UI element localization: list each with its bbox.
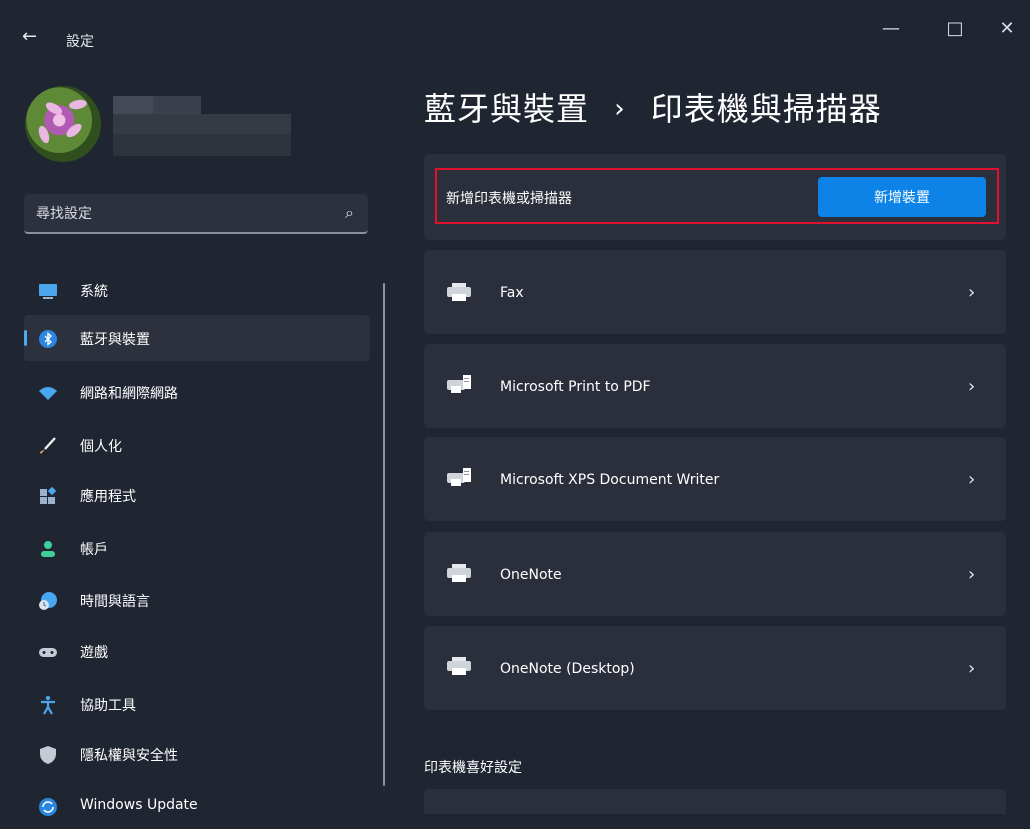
breadcrumb-separator-icon: ›	[614, 94, 626, 124]
chevron-right-icon[interactable]: ›	[968, 658, 975, 679]
sidebar-item-apps[interactable]: 應用程式	[24, 472, 370, 518]
sidebar-scrollbar[interactable]	[383, 283, 385, 786]
update-icon	[39, 798, 57, 816]
search-box[interactable]: ⌕	[24, 194, 368, 234]
printer-document-icon	[447, 375, 471, 393]
sidebar-item-bluetooth-devices[interactable]: 藍牙與裝置	[24, 315, 370, 361]
sidebar-item-network[interactable]: 網路和網際網路	[24, 369, 370, 415]
sidebar-item-label: 帳戶	[80, 542, 108, 558]
device-name: Microsoft Print to PDF	[500, 379, 651, 395]
sidebar-item-personalization[interactable]: 個人化	[24, 422, 370, 468]
app-title: 設定	[66, 34, 94, 50]
apps-icon	[40, 486, 57, 504]
sidebar-item-label: 系統	[80, 284, 108, 300]
chevron-right-icon[interactable]: ›	[968, 282, 975, 303]
search-icon[interactable]: ⌕	[345, 203, 354, 223]
active-indicator	[24, 330, 27, 346]
accessibility-icon	[41, 695, 55, 715]
maximize-button[interactable]: □	[940, 18, 970, 39]
device-name: OneNote	[500, 567, 562, 583]
breadcrumb-current: 印表機與掃描器	[650, 90, 882, 128]
person-icon	[41, 541, 55, 557]
sidebar-item-label: 遊戲	[80, 645, 108, 661]
printer-icon	[447, 657, 471, 675]
sidebar-item-label: 應用程式	[80, 489, 136, 505]
add-device-label: 新增印表機或掃描器	[446, 191, 572, 207]
avatar[interactable]	[25, 86, 101, 162]
sidebar-item-label: Windows Update	[80, 797, 198, 813]
minimize-button[interactable]: —	[876, 18, 906, 39]
printer-icon	[447, 283, 471, 301]
sidebar-item-label: 藍牙與裝置	[80, 332, 150, 348]
breadcrumb-parent[interactable]: 藍牙與裝置	[424, 90, 589, 128]
sidebar-item-label: 時間與語言	[80, 594, 150, 610]
sidebar-item-windows-update[interactable]: Windows Update	[24, 783, 370, 829]
bluetooth-icon	[39, 330, 57, 348]
device-name: Microsoft XPS Document Writer	[500, 472, 720, 488]
monitor-icon	[39, 284, 57, 299]
chevron-right-icon[interactable]: ›	[968, 469, 975, 490]
sidebar-item-gaming[interactable]: 遊戲	[24, 628, 370, 674]
close-button[interactable]: ✕	[992, 18, 1022, 39]
sidebar-item-system[interactable]: 系統	[24, 267, 370, 313]
shield-icon	[40, 746, 56, 764]
device-name: OneNote (Desktop)	[500, 661, 635, 677]
sidebar-item-label: 網路和網際網路	[80, 386, 178, 402]
globe-clock-icon	[39, 592, 57, 610]
printer-icon	[447, 564, 471, 582]
device-name: Fax	[500, 285, 524, 301]
section-title: 印表機喜好設定	[424, 760, 522, 776]
sidebar-item-time-language[interactable]: 時間與語言	[24, 577, 370, 623]
sidebar-item-label: 隱私權與安全性	[80, 748, 178, 764]
wifi-icon	[39, 387, 57, 400]
brush-icon	[40, 437, 56, 454]
search-input[interactable]	[34, 203, 328, 225]
gamepad-icon	[39, 648, 57, 657]
page-title: 藍牙與裝置 › 印表機與掃描器	[424, 84, 882, 130]
sidebar-item-label: 個人化	[80, 439, 122, 455]
chevron-right-icon[interactable]: ›	[968, 564, 975, 585]
sidebar-item-accounts[interactable]: 帳戶	[24, 525, 370, 571]
sidebar-item-privacy-security[interactable]: 隱私權與安全性	[24, 731, 370, 777]
chevron-right-icon[interactable]: ›	[968, 376, 975, 397]
back-arrow-icon[interactable]: ←	[22, 26, 37, 47]
sidebar-item-label: 協助工具	[80, 698, 136, 714]
preferences-card[interactable]	[424, 789, 1006, 814]
printer-document-icon	[447, 468, 471, 486]
sidebar-item-accessibility[interactable]: 協助工具	[24, 681, 370, 727]
add-device-button[interactable]: 新增裝置	[818, 177, 986, 217]
